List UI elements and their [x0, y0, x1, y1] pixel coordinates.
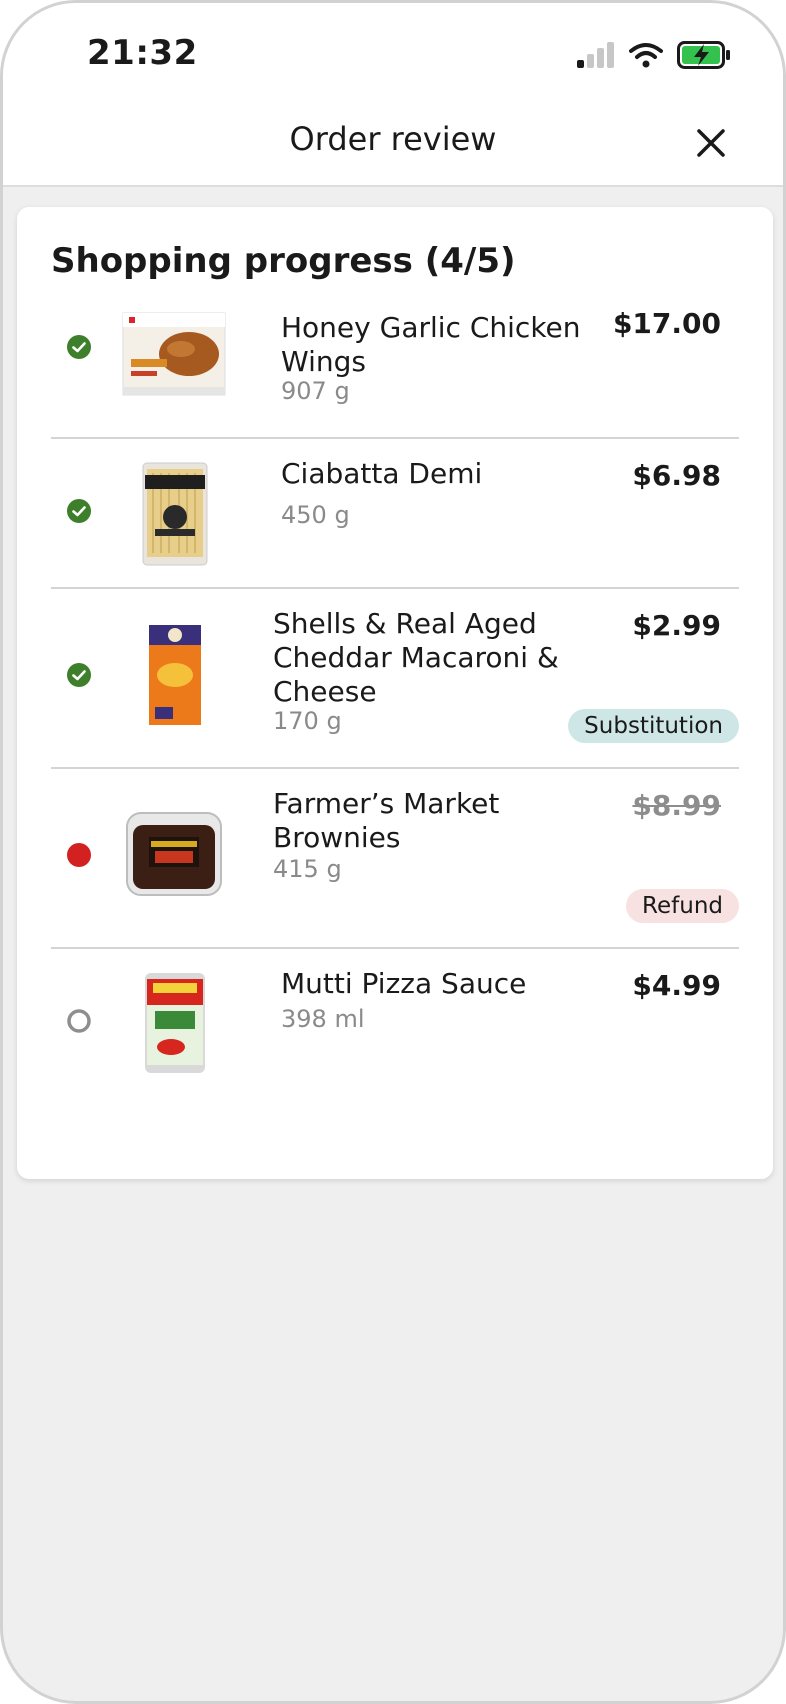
item-quantity: 450 g — [281, 501, 350, 529]
list-item[interactable]: Honey Garlic Chicken Wings 907 g $17.00 — [51, 287, 739, 439]
ciabatta-bag-image — [142, 462, 208, 566]
item-price-struck: $8.99 — [632, 789, 721, 822]
chicken-wings-box-image — [122, 312, 226, 396]
item-quantity: 907 g — [281, 377, 350, 405]
pending-circle-icon — [67, 1009, 91, 1033]
item-quantity: 398 ml — [281, 1005, 365, 1033]
battery-charging-icon — [677, 41, 730, 69]
card-title: Shopping progress (4/5) — [51, 241, 516, 281]
substitution-badge: Substitution — [568, 709, 739, 743]
refund-badge: Refund — [626, 889, 739, 923]
status-time: 21:32 — [87, 33, 198, 73]
item-name: Ciabatta Demi — [281, 457, 483, 490]
top-bar: 21:32 Order review — [3, 3, 783, 187]
status-icons — [577, 41, 731, 69]
mac-cheese-box-image — [149, 625, 201, 725]
wifi-icon — [629, 43, 663, 68]
signal-icon — [577, 42, 614, 68]
brownie-tub-image — [126, 812, 222, 896]
item-price: $2.99 — [632, 609, 721, 642]
refund-status-dot-icon — [67, 843, 91, 867]
check-circle-icon — [67, 499, 91, 523]
item-price: $17.00 — [612, 307, 721, 340]
list-item[interactable]: Ciabatta Demi 450 g $6.98 — [51, 439, 739, 589]
item-price: $6.98 — [632, 459, 721, 492]
list-item[interactable]: Mutti Pizza Sauce 398 ml $4.99 — [51, 949, 739, 1129]
item-quantity: 170 g — [273, 707, 342, 735]
phone-screen: 21:32 Order review Shopping progress (4/… — [0, 0, 786, 1704]
close-icon[interactable] — [691, 123, 731, 163]
pizza-sauce-can-image — [145, 973, 205, 1073]
item-name: Shells & Real Aged Cheddar Macaroni & Ch… — [273, 607, 559, 708]
list-item[interactable]: Farmer’s Market Brownies 415 g $8.99 Ref… — [51, 769, 739, 949]
item-name: Mutti Pizza Sauce — [281, 967, 527, 1000]
item-quantity: 415 g — [273, 855, 342, 883]
item-name: Honey Garlic Chicken Wings — [281, 311, 581, 378]
check-circle-icon — [67, 663, 91, 687]
page-title: Order review — [289, 120, 497, 158]
list-item[interactable]: Shells & Real Aged Cheddar Macaroni & Ch… — [51, 589, 739, 769]
item-price: $4.99 — [632, 969, 721, 1002]
item-name: Farmer’s Market Brownies — [273, 787, 500, 854]
check-circle-icon — [67, 335, 91, 359]
shopping-progress-card: Shopping progress (4/5) Honey Garlic Chi… — [17, 207, 773, 1179]
